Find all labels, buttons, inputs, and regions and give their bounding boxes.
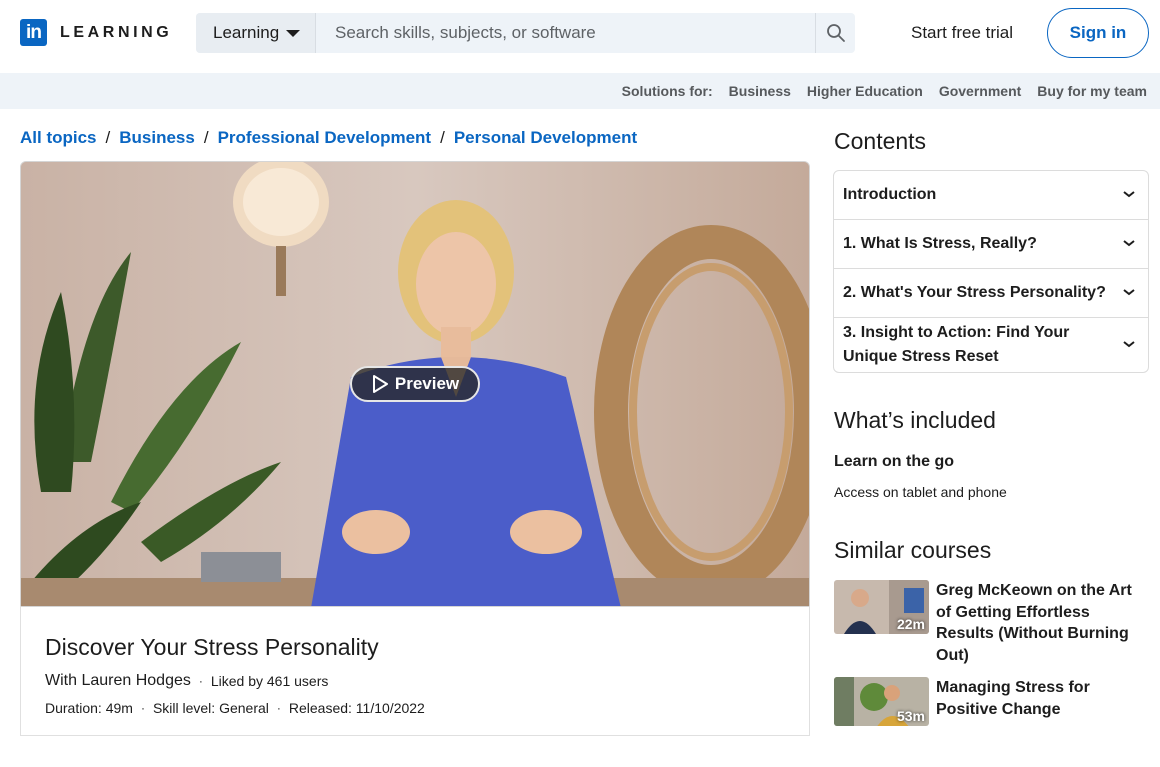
- chevron-down-icon: [1123, 289, 1135, 296]
- course-skill-level: Skill level: General: [152, 700, 269, 716]
- course-video-player[interactable]: Preview: [20, 161, 810, 607]
- solutions-link-buy-for-team[interactable]: Buy for my team: [1037, 83, 1147, 99]
- meta-separator: ·: [276, 701, 281, 715]
- similar-course-title[interactable]: Managing Stress for Positive Change: [936, 677, 1146, 720]
- course-likes: Liked by 461 users: [210, 673, 329, 689]
- course-author[interactable]: With Lauren Hodges: [45, 672, 191, 690]
- breadcrumb-professional-development[interactable]: Professional Development: [218, 128, 432, 148]
- chapter-label: 1. What Is Stress, Really?: [843, 235, 1037, 252]
- contents-chapter-introduction[interactable]: Introduction: [834, 171, 1148, 220]
- breadcrumb-business[interactable]: Business: [119, 128, 195, 148]
- course-duration-badge: 22m: [896, 616, 925, 632]
- breadcrumb-separator: /: [105, 128, 111, 147]
- play-icon: [372, 375, 388, 393]
- solutions-link-business[interactable]: Business: [729, 83, 791, 99]
- breadcrumb-personal-development[interactable]: Personal Development: [454, 128, 637, 148]
- meta-separator: ·: [140, 701, 145, 715]
- learn-on-the-go-title: Learn on the go: [834, 453, 954, 470]
- search-scope-label: Learning: [213, 23, 280, 42]
- caret-down-icon: [286, 29, 301, 37]
- chapter-label: Introduction: [843, 186, 937, 203]
- preview-button[interactable]: Preview: [350, 366, 480, 402]
- solutions-bar: Solutions for: Business Higher Education…: [0, 73, 1160, 109]
- contents-chapter-3[interactable]: 3. Insight to Action: Find Your Unique S…: [834, 318, 1148, 372]
- search-button[interactable]: [815, 13, 855, 53]
- whats-included-heading: What’s included: [834, 407, 996, 433]
- linkedin-logo-icon: in: [20, 19, 47, 46]
- chapter-label: 2. What's Your Stress Personality?: [843, 284, 1106, 301]
- course-release-date: Released: 11/10/2022: [288, 700, 425, 716]
- course-author-row: With Lauren Hodges · Liked by 461 users: [45, 672, 328, 690]
- top-header: in LEARNING Learning Start free trial Si…: [0, 0, 1160, 73]
- chevron-down-icon: [1123, 191, 1135, 198]
- chevron-down-icon: [1123, 240, 1135, 247]
- breadcrumb: All topics / Business / Professional Dev…: [20, 128, 637, 148]
- course-title: Discover Your Stress Personality: [45, 634, 379, 660]
- breadcrumb-separator: /: [440, 128, 445, 147]
- contents-accordion: Introduction 1. What Is Stress, Really? …: [833, 170, 1149, 373]
- chevron-down-icon: [1123, 341, 1135, 348]
- similar-course-title[interactable]: Greg McKeown on the Art of Getting Effor…: [936, 580, 1146, 666]
- solutions-link-government[interactable]: Government: [939, 83, 1021, 99]
- sign-in-button[interactable]: Sign in: [1047, 8, 1149, 58]
- chapter-label: 3. Insight to Action: Find Your Unique S…: [843, 324, 1070, 365]
- preview-label: Preview: [394, 374, 460, 393]
- similar-course-card[interactable]: 53m Managing Stress for Positive Change: [834, 677, 1150, 767]
- contents-chapter-1[interactable]: 1. What Is Stress, Really?: [834, 220, 1148, 269]
- breadcrumb-all-topics[interactable]: All topics: [20, 128, 97, 148]
- course-thumbnail[interactable]: 22m: [834, 580, 929, 634]
- solutions-link-higher-education[interactable]: Higher Education: [807, 83, 923, 99]
- similar-course-card[interactable]: 22m Greg McKeown on the Art of Getting E…: [834, 580, 1150, 670]
- contents-heading: Contents: [834, 128, 927, 154]
- search-input[interactable]: [316, 13, 815, 53]
- linkedin-learning-logo[interactable]: in LEARNING: [20, 19, 172, 46]
- solutions-label: Solutions for:: [621, 83, 713, 99]
- course-thumbnail[interactable]: 53m: [834, 677, 929, 726]
- breadcrumb-separator: /: [203, 128, 209, 147]
- meta-separator: ·: [198, 674, 203, 688]
- search-bar: Learning: [196, 13, 855, 53]
- contents-chapter-2[interactable]: 2. What's Your Stress Personality?: [834, 269, 1148, 318]
- course-duration-badge: 53m: [896, 708, 925, 724]
- learn-on-the-go-desc: Access on tablet and phone: [834, 484, 1007, 500]
- logo-wordmark: LEARNING: [60, 23, 173, 41]
- similar-courses-heading: Similar courses: [834, 537, 992, 563]
- search-icon: [826, 24, 845, 42]
- start-free-trial-link[interactable]: Start free trial: [911, 23, 1013, 43]
- search-scope-dropdown[interactable]: Learning: [196, 13, 316, 53]
- course-details-row: Duration: 49m · Skill level: General · R…: [45, 700, 425, 716]
- course-info-card: Discover Your Stress Personality With La…: [20, 606, 810, 736]
- course-duration: Duration: 49m: [45, 700, 133, 716]
